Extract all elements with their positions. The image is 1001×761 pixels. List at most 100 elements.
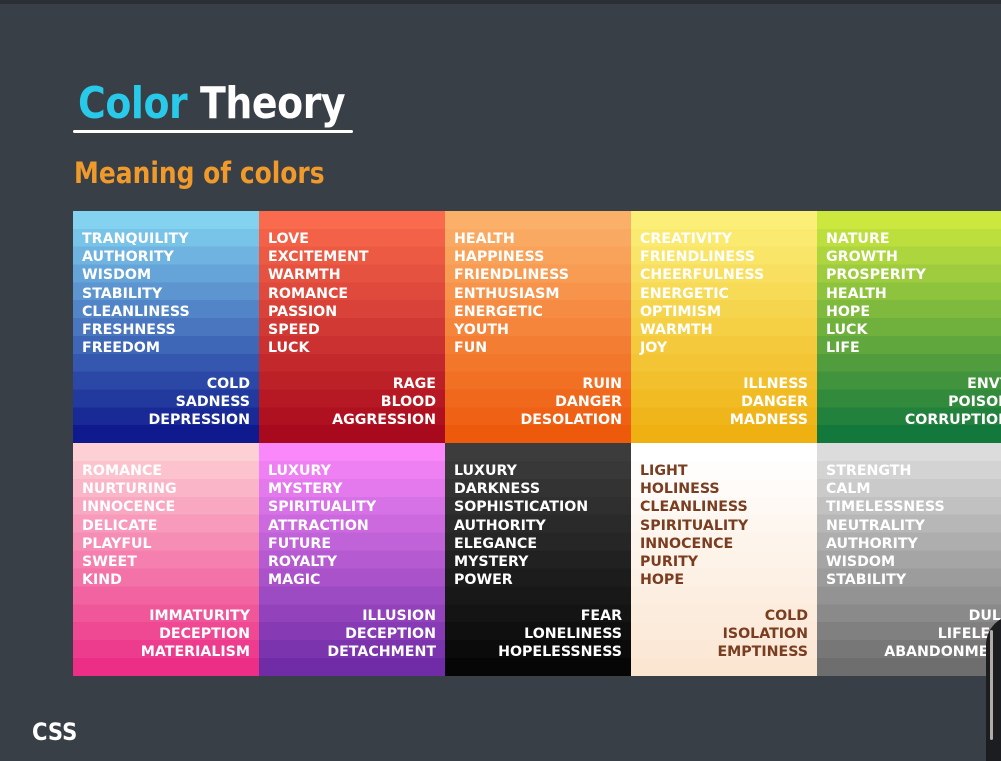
positive-meaning: STABILITY <box>826 572 907 589</box>
positive-meaning: AUTHORITY <box>454 517 546 534</box>
positive-meaning: WISDOM <box>82 267 152 284</box>
negative-meanings-list: RAGE BLOOD AGGRESSION <box>332 375 436 430</box>
positive-meaning: TIMELESSNESS <box>826 499 945 516</box>
positive-meaning: FRIENDLINESS <box>640 249 755 266</box>
color-card-green: NATURE GROWTH PROSPERITY HEALTH HOPE LUCK LIFE… <box>817 211 1001 443</box>
negative-meaning: SADNESS <box>175 394 250 411</box>
positive-meaning: FUTURE <box>268 535 332 552</box>
positive-meanings-list: CREATIVITY FRIENDLINESS CHEERFULNESS ENERGE… <box>640 230 764 357</box>
negative-meaning: RAGE <box>392 376 436 392</box>
negative-meaning: DANGER <box>741 394 808 411</box>
positive-meaning: LUXURY <box>268 463 331 479</box>
negative-meanings-list: FEAR LONELINESS HOPELESSNESS <box>498 607 622 662</box>
positive-meaning: HOPE <box>826 303 871 320</box>
positive-meaning: CLEANLINESS <box>640 499 748 516</box>
positive-meaning: SPIRITUALITY <box>268 499 377 516</box>
negative-meaning: AGGRESSION <box>332 412 436 429</box>
positive-meaning: WARMTH <box>640 322 713 339</box>
positive-meaning: NEUTRALITY <box>826 517 925 534</box>
positive-meanings-list: LIGHT HOLINESS CLEANLINESS SPIRITUALITY INNO… <box>640 462 748 589</box>
negative-meanings-list: DULL LIFELESSABANDONMENT <box>884 607 1001 662</box>
positive-meaning: SWEET <box>82 554 137 571</box>
positive-meaning: ELEGANCE <box>454 535 538 552</box>
positive-meaning: ROMANCE <box>82 463 163 479</box>
negative-meanings-list: COLD SADNESS DEPRESSION <box>149 375 251 430</box>
color-meaning-grid: TRANQUILITY AUTHORITY WISDOM STABILITY CLEAN… <box>73 211 1001 676</box>
positive-meaning: LOVE <box>268 231 309 247</box>
positive-meaning: HEALTH <box>826 285 887 302</box>
color-card-pink: ROMANCE NURTURING INNOCENCE DELICATE PLAYFUL… <box>73 443 259 676</box>
negative-meanings-list: ILLUSION DECEPTION DETACHMENT <box>327 607 436 662</box>
slide-subtitle: Meaning of colors <box>74 156 325 190</box>
color-card-yellow: CREATIVITY FRIENDLINESS CHEERFULNESS ENERGE… <box>631 211 817 443</box>
positive-meanings-list: HEALTH HAPPINESS FRIENDLINESS ENTHUSIASM ENE… <box>454 230 569 357</box>
positive-meaning: PLAYFUL <box>82 535 152 552</box>
negative-meanings-list: ENVY POISONCORRUPTION <box>905 375 1001 430</box>
negative-meanings-list: COLD ISOLATION EMPTINESS <box>717 607 808 662</box>
negative-meaning: ILLNESS <box>743 376 808 392</box>
negative-meaning: EMPTINESS <box>717 644 808 661</box>
negative-meaning: DULL <box>968 608 1001 624</box>
positive-meaning: MAGIC <box>268 572 321 589</box>
positive-meaning: MYSTERY <box>268 481 343 498</box>
negative-meaning: ABANDONMENT <box>884 644 1001 661</box>
negative-meaning: IMMATURITY <box>149 608 250 624</box>
positive-meaning: AUTHORITY <box>82 249 174 266</box>
positive-meaning: LUCK <box>268 340 310 357</box>
negative-meaning: CORRUPTION <box>904 412 1001 429</box>
positive-meaning: NATURE <box>826 231 890 247</box>
positive-meaning: HOLINESS <box>640 481 720 498</box>
positive-meaning: KIND <box>82 572 122 589</box>
negative-meanings-list: RUIN DANGER DESOLATION <box>520 375 622 430</box>
title-word-theory: Theory <box>199 78 346 129</box>
positive-meaning: FRIENDLINESS <box>454 267 569 284</box>
negative-meaning: DESOLATION <box>520 412 622 429</box>
window-top-border <box>0 0 1001 4</box>
positive-meaning: INNOCENCE <box>82 499 176 516</box>
positive-meaning: ENTHUSIASM <box>454 285 560 302</box>
positive-meaning: AUTHORITY <box>826 535 918 552</box>
negative-meaning: ILLUSION <box>362 608 436 624</box>
negative-meanings-list: IMMATURITY DECEPTION MATERIALISM <box>141 607 250 662</box>
positive-meanings-list: STRENGTH CALM TIMELESSNESS NEUTRALITY AUTHOR… <box>826 462 945 589</box>
positive-meaning: NURTURING <box>82 481 177 498</box>
positive-meanings-list: TRANQUILITY AUTHORITY WISDOM STABILITY CLEAN… <box>82 230 190 357</box>
positive-meaning: LUCK <box>826 322 868 339</box>
negative-meaning: DECEPTION <box>345 626 436 643</box>
negative-meaning: ISOLATION <box>722 626 808 643</box>
positive-meaning: TRANQUILITY <box>82 231 189 247</box>
presenter-webcam-overlay <box>986 615 1001 761</box>
negative-meaning: DECEPTION <box>159 626 250 643</box>
positive-meaning: WARMTH <box>268 267 341 284</box>
positive-meaning: PASSION <box>268 303 338 320</box>
color-card-gray: STRENGTH CALM TIMELESSNESS NEUTRALITY AUTHOR… <box>817 443 1001 676</box>
positive-meaning: FREEDOM <box>82 340 160 357</box>
color-card-orange: HEALTH HAPPINESS FRIENDLINESS ENTHUSIASM ENE… <box>445 211 631 443</box>
negative-meaning: FEAR <box>580 608 622 624</box>
positive-meaning: HOPE <box>640 572 685 589</box>
positive-meaning: PROSPERITY <box>826 267 926 284</box>
negative-meanings-list: ILLNESS DANGER MADNESS <box>730 375 808 430</box>
positive-meaning: ROYALTY <box>268 554 338 571</box>
negative-meaning: LIFELESS <box>937 626 1001 643</box>
negative-meaning: DANGER <box>555 394 622 411</box>
negative-meaning: RUIN <box>582 376 622 392</box>
negative-meaning: COLD <box>764 608 808 624</box>
positive-meanings-list: ROMANCE NURTURING INNOCENCE DELICATE PLAYFUL… <box>82 462 177 589</box>
positive-meaning: OPTIMISM <box>640 303 722 320</box>
positive-meaning: EXCITEMENT <box>268 249 369 266</box>
positive-meaning: LUXURY <box>454 463 517 479</box>
title-word-color: Color <box>78 78 188 129</box>
color-card-purple: LUXURY MYSTERY SPIRITUALITY ATTRACTION FUTUR… <box>259 443 445 676</box>
positive-meaning: HEALTH <box>454 231 515 247</box>
positive-meaning: CREATIVITY <box>640 231 733 247</box>
positive-meanings-list: LOVE EXCITEMENT WARMTH ROMANCE PASSION SPEED L… <box>268 230 369 357</box>
negative-meaning: LONELINESS <box>524 626 622 643</box>
positive-meaning: STRENGTH <box>826 463 912 479</box>
positive-meaning: SPIRITUALITY <box>640 517 749 534</box>
positive-meaning: MYSTERY <box>454 554 529 571</box>
color-card-white: LIGHT HOLINESS CLEANLINESS SPIRITUALITY INNO… <box>631 443 817 676</box>
positive-meaning: WISDOM <box>826 554 896 571</box>
positive-meaning: HAPPINESS <box>454 249 545 266</box>
negative-meaning: COLD <box>206 376 250 392</box>
